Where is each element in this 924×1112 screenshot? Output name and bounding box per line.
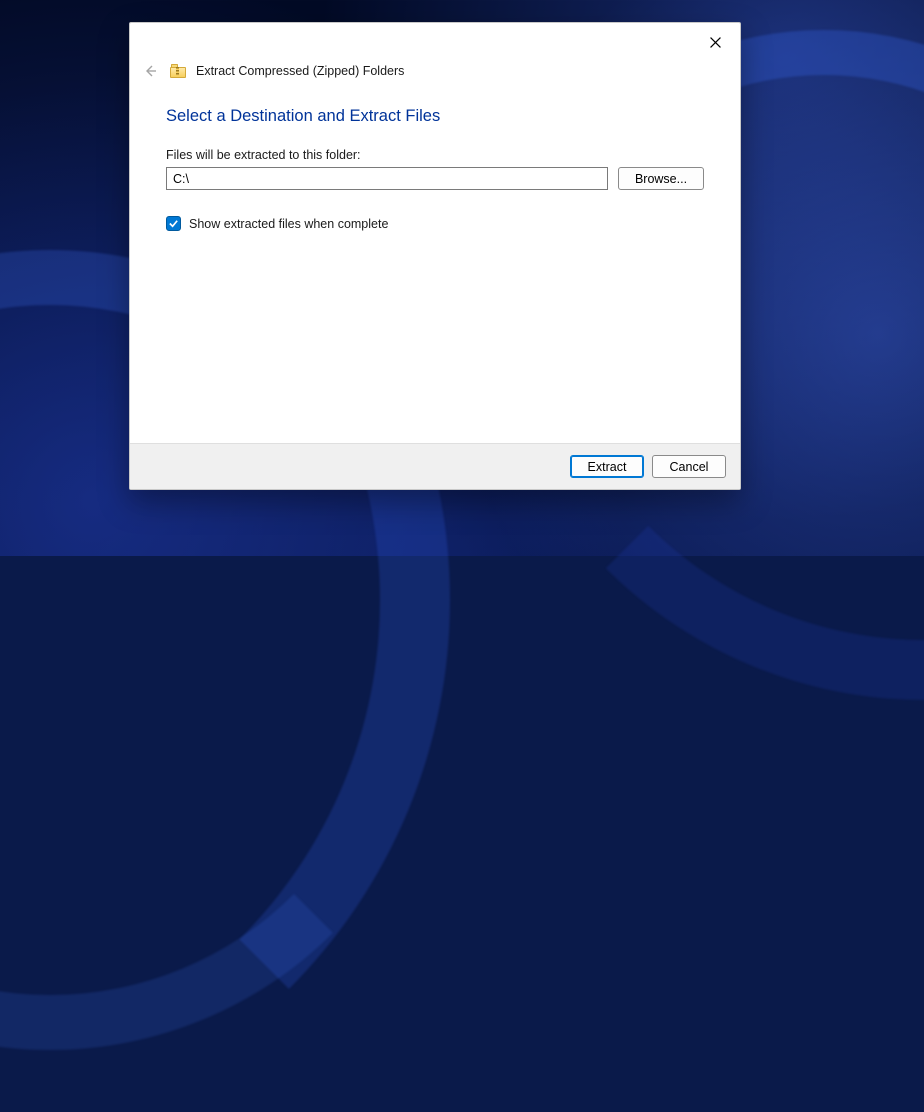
back-button[interactable] bbox=[140, 61, 160, 81]
wizard-content: Select a Destination and Extract Files F… bbox=[130, 93, 740, 443]
browse-button[interactable]: Browse... bbox=[618, 167, 704, 190]
close-icon bbox=[710, 37, 721, 48]
destination-label: Files will be extracted to this folder: bbox=[166, 148, 704, 162]
extract-wizard-dialog: Extract Compressed (Zipped) Folders Sele… bbox=[129, 22, 741, 490]
show-extracted-label: Show extracted files when complete bbox=[189, 217, 388, 231]
arrow-left-icon bbox=[142, 63, 158, 79]
checkmark-icon bbox=[168, 218, 179, 229]
destination-row: Browse... bbox=[166, 167, 704, 190]
cancel-button[interactable]: Cancel bbox=[652, 455, 726, 478]
page-heading: Select a Destination and Extract Files bbox=[166, 107, 704, 126]
extract-button[interactable]: Extract bbox=[570, 455, 644, 478]
wizard-header: Extract Compressed (Zipped) Folders bbox=[130, 61, 740, 93]
show-extracted-checkbox[interactable] bbox=[166, 216, 181, 231]
destination-path-input[interactable] bbox=[166, 167, 608, 190]
zipped-folder-icon bbox=[170, 64, 186, 78]
dialog-footer: Extract Cancel bbox=[130, 443, 740, 489]
show-extracted-row: Show extracted files when complete bbox=[166, 216, 704, 231]
close-button[interactable] bbox=[692, 27, 738, 57]
wizard-title: Extract Compressed (Zipped) Folders bbox=[196, 64, 404, 78]
